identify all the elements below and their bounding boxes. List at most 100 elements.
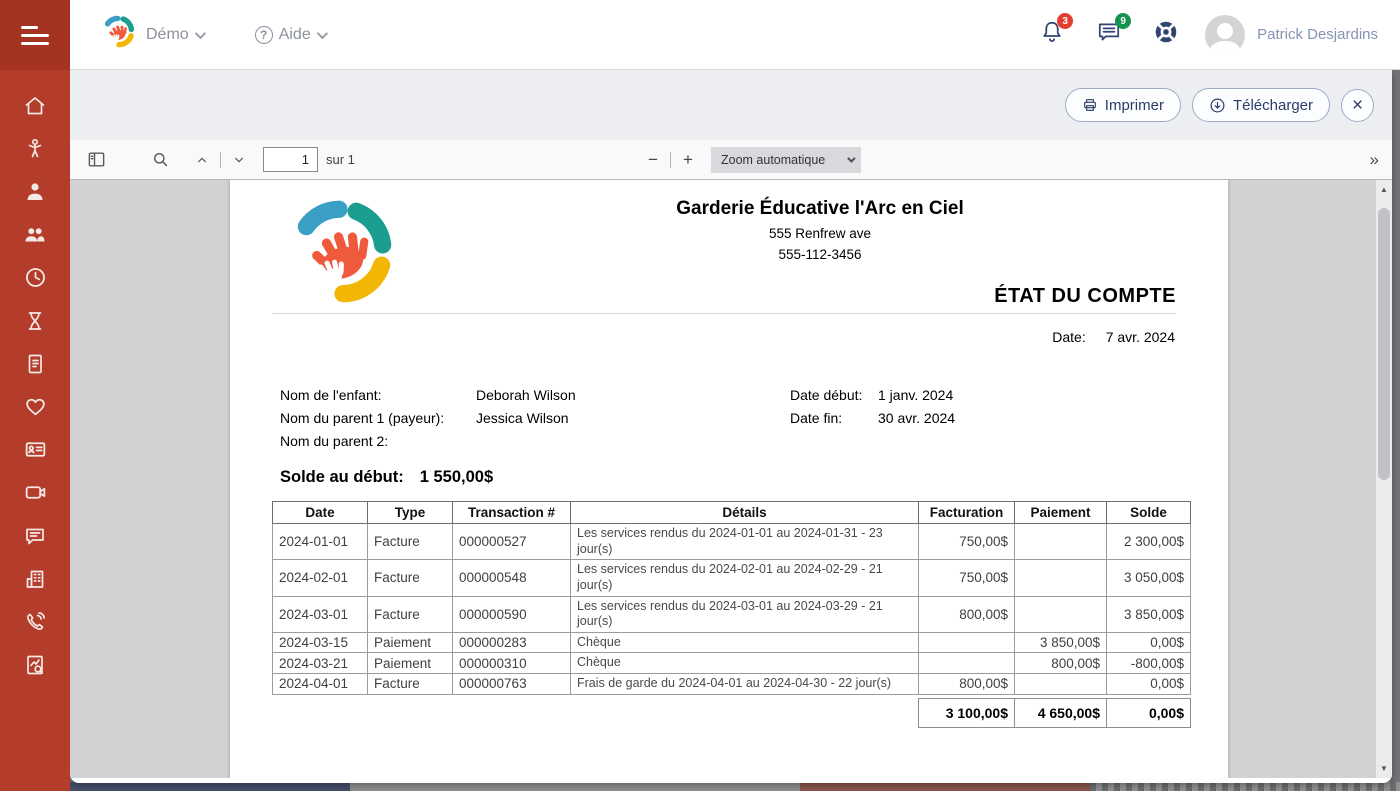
download-button[interactable]: Télécharger <box>1192 88 1330 122</box>
table-cell: 2024-04-01 <box>273 674 368 695</box>
video-camera-icon <box>23 480 48 505</box>
help-label: Aide <box>279 26 311 44</box>
modal-action-bar: Imprimer Télécharger × <box>70 70 1392 140</box>
table-header-row: DateTypeTransaction #DétailsFacturationP… <box>273 502 1191 524</box>
total-cell: 0,00$ <box>1107 698 1191 727</box>
print-button[interactable]: Imprimer <box>1065 88 1181 122</box>
next-page-button[interactable] <box>225 146 253 174</box>
table-cell: 000000527 <box>453 524 571 560</box>
chevron-down-icon <box>316 27 327 38</box>
table-cell: 800,00$ <box>919 674 1015 695</box>
lifebuoy-icon <box>1153 19 1179 45</box>
avatar[interactable] <box>1205 15 1245 55</box>
zoom-out-button[interactable]: − <box>640 150 666 170</box>
close-modal-button[interactable]: × <box>1341 89 1374 122</box>
total-cell: 3 100,00$ <box>919 698 1015 727</box>
table-cell: 000000283 <box>453 632 571 653</box>
table-cell <box>1015 560 1107 596</box>
sidebar-item-calls[interactable] <box>0 600 70 643</box>
find-button[interactable] <box>146 146 174 174</box>
table-header-cell: Type <box>368 502 453 524</box>
modal-backdrop: Imprimer Télécharger × sur 1 <box>70 70 1400 791</box>
table-row: 2024-03-21Paiement000000310Chèque800,00$… <box>273 653 1191 674</box>
divider <box>670 152 671 168</box>
sidebar-item-waitlist[interactable] <box>0 299 70 342</box>
table-row: 2024-02-01Facture000000548Les services r… <box>273 560 1191 596</box>
chevron-up-icon <box>194 152 210 168</box>
table-cell: 2024-02-01 <box>273 560 368 596</box>
zoom-select[interactable]: Zoom automatique <box>711 147 861 173</box>
parent1-row: Nom du parent 1 (payeur):Jessica Wilson <box>280 410 569 426</box>
pdf-viewer-modal: Imprimer Télécharger × sur 1 <box>70 70 1392 783</box>
pdf-page: Garderie Éducative l'Arc en Ciel 555 Ren… <box>230 180 1228 778</box>
table-cell: Les services rendus du 2024-03-01 au 202… <box>571 596 919 632</box>
table-cell: 3 850,00$ <box>1107 596 1191 632</box>
table-header-cell: Date <box>273 502 368 524</box>
parents-icon <box>23 223 47 247</box>
sidebar-item-parents[interactable] <box>0 213 70 256</box>
table-cell: 2024-03-15 <box>273 632 368 653</box>
table-cell: Chèque <box>571 632 919 653</box>
support-button[interactable] <box>1153 19 1179 50</box>
sidebar-item-schedule[interactable] <box>0 256 70 299</box>
message-badge: 9 <box>1115 13 1131 29</box>
background-content <box>350 782 800 791</box>
table-cell: Paiement <box>368 653 453 674</box>
divider <box>272 313 1176 314</box>
menu-toggle-button[interactable] <box>0 0 70 70</box>
page-number-input[interactable] <box>263 147 318 172</box>
table-cell: Les services rendus du 2024-02-01 au 202… <box>571 560 919 596</box>
chevron-down-icon <box>231 152 247 168</box>
table-cell <box>1015 596 1107 632</box>
table-row: 2024-03-15Paiement000000283Chèque3 850,0… <box>273 632 1191 653</box>
chat-icon <box>23 524 47 548</box>
top-header: Démo ? Aide 3 9 Patrick Desjardins <box>70 0 1400 70</box>
sidebar-item-messages[interactable] <box>0 514 70 557</box>
notifications-button[interactable]: 3 <box>1039 19 1065 50</box>
brand-label: Démo <box>146 26 189 44</box>
table-cell: Facture <box>368 560 453 596</box>
messages-button[interactable]: 9 <box>1095 19 1123 50</box>
sidebar-item-billing[interactable] <box>0 342 70 385</box>
toolbar-expand-button[interactable]: » <box>1370 150 1378 170</box>
opening-balance: Solde au début: 1 550,00$ <box>280 468 493 487</box>
sidebar-item-contacts[interactable] <box>0 428 70 471</box>
report-icon <box>23 653 47 677</box>
table-cell: 000000310 <box>453 653 571 674</box>
table-cell: 2024-03-21 <box>273 653 368 674</box>
table-cell <box>919 653 1015 674</box>
user-name[interactable]: Patrick Desjardins <box>1257 26 1378 43</box>
statement-table-body: 2024-01-01Facture000000527Les services r… <box>273 524 1191 728</box>
document-title: ÉTAT DU COMPTE <box>994 285 1176 308</box>
table-row: 2024-04-01Facture000000763Frais de garde… <box>273 674 1191 695</box>
sidebar-item-health[interactable] <box>0 385 70 428</box>
id-card-icon <box>23 437 48 462</box>
sidebar-item-educators[interactable] <box>0 170 70 213</box>
table-cell: 3 050,00$ <box>1107 560 1191 596</box>
brand-menu[interactable]: Démo <box>146 26 203 44</box>
sidebar-item-home[interactable] <box>0 84 70 127</box>
vertical-scrollbar[interactable]: ▲ ▼ <box>1376 180 1392 778</box>
sidebar-item-video[interactable] <box>0 471 70 514</box>
chevron-down-icon <box>847 154 855 162</box>
table-cell: Facture <box>368 524 453 560</box>
table-header-cell: Paiement <box>1015 502 1107 524</box>
scroll-down-icon[interactable]: ▼ <box>1376 764 1392 773</box>
table-cell: 000000548 <box>453 560 571 596</box>
table-cell: Les services rendus du 2024-01-01 au 202… <box>571 524 919 560</box>
search-icon <box>151 150 170 169</box>
table-cell: 2024-01-01 <box>273 524 368 560</box>
previous-page-button[interactable] <box>188 146 216 174</box>
sidebar-item-children[interactable] <box>0 127 70 170</box>
zoom-in-button[interactable]: + <box>675 150 701 170</box>
app-logo-icon[interactable] <box>100 14 138 55</box>
table-cell <box>1015 524 1107 560</box>
scrollbar-thumb[interactable] <box>1378 208 1390 480</box>
sidebar-item-reports[interactable] <box>0 643 70 686</box>
help-menu[interactable]: ? Aide <box>255 26 325 44</box>
hourglass-icon <box>23 309 47 333</box>
scroll-up-icon[interactable]: ▲ <box>1376 185 1392 194</box>
sidebar-item-organization[interactable] <box>0 557 70 600</box>
table-header-cell: Solde <box>1107 502 1191 524</box>
toggle-sidebar-button[interactable] <box>82 146 110 174</box>
